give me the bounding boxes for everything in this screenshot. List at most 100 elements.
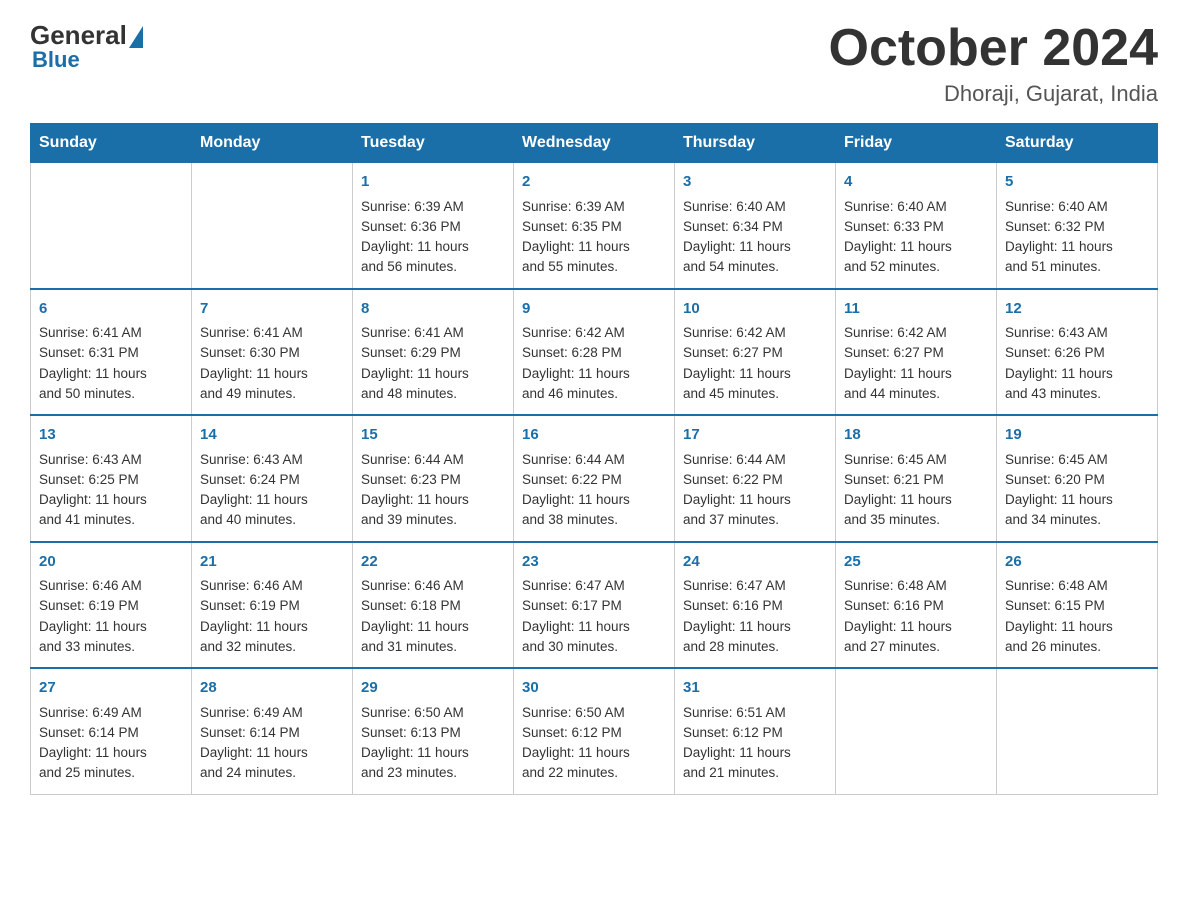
day-number: 31 <box>683 677 827 700</box>
logo-triangle-icon <box>129 26 143 48</box>
day-info-line: Sunrise: 6:44 AM <box>522 452 625 467</box>
calendar-cell: 29Sunrise: 6:50 AMSunset: 6:13 PMDayligh… <box>353 668 514 794</box>
location-subtitle: Dhoraji, Gujarat, India <box>829 81 1159 107</box>
day-info-line: Sunset: 6:20 PM <box>1005 472 1105 487</box>
day-info-line: Daylight: 11 hours <box>683 619 791 634</box>
day-info-line: Sunrise: 6:44 AM <box>361 452 464 467</box>
logo-blue-label: Blue <box>32 47 80 72</box>
calendar-cell: 3Sunrise: 6:40 AMSunset: 6:34 PMDaylight… <box>675 163 836 289</box>
day-info-line: Sunset: 6:34 PM <box>683 219 783 234</box>
day-info-line: Sunset: 6:27 PM <box>844 345 944 360</box>
day-info-line: Sunset: 6:31 PM <box>39 345 139 360</box>
day-info-line: Daylight: 11 hours <box>1005 239 1113 254</box>
day-info-line: Sunrise: 6:41 AM <box>361 325 464 340</box>
day-number: 17 <box>683 424 827 447</box>
calendar-cell: 27Sunrise: 6:49 AMSunset: 6:14 PMDayligh… <box>31 668 192 794</box>
day-info-line: Daylight: 11 hours <box>522 745 630 760</box>
calendar-cell: 7Sunrise: 6:41 AMSunset: 6:30 PMDaylight… <box>192 289 353 416</box>
day-info-line: Daylight: 11 hours <box>200 619 308 634</box>
day-info-line: Daylight: 11 hours <box>1005 619 1113 634</box>
day-info-line: Sunset: 6:19 PM <box>39 598 139 613</box>
calendar-cell: 16Sunrise: 6:44 AMSunset: 6:22 PMDayligh… <box>514 415 675 542</box>
day-info-line: Sunset: 6:33 PM <box>844 219 944 234</box>
day-info-line: and 22 minutes. <box>522 765 618 780</box>
day-number: 19 <box>1005 424 1149 447</box>
day-info-line: Sunrise: 6:50 AM <box>522 705 625 720</box>
calendar-week-row: 1Sunrise: 6:39 AMSunset: 6:36 PMDaylight… <box>31 163 1158 289</box>
calendar-cell: 25Sunrise: 6:48 AMSunset: 6:16 PMDayligh… <box>836 542 997 669</box>
calendar-cell: 8Sunrise: 6:41 AMSunset: 6:29 PMDaylight… <box>353 289 514 416</box>
calendar-week-row: 27 Sunrise: 6:49 AM Sunset: 6:14 PM Dayligh… <box>31 668 1158 794</box>
day-info-line: Daylight: 11 hours <box>200 366 308 381</box>
day-info-line: and 38 minutes. <box>522 512 618 527</box>
day-info-line: Sunset: 6:36 PM <box>361 219 461 234</box>
day-info-line: Daylight: 11 hours <box>683 239 791 254</box>
day-number: 30 <box>522 677 666 700</box>
day-info-line: Daylight: 11 hours <box>844 366 952 381</box>
day-info-line: Daylight: 11 hours <box>361 619 469 634</box>
day-info-line: Sunrise: 6:44 AM <box>683 452 786 467</box>
day-info-line: Sunset: 6:28 PM <box>522 345 622 360</box>
calendar-cell: 2Sunrise: 6:39 AMSunset: 6:35 PMDaylight… <box>514 163 675 289</box>
day-info-line: Sunset: 6:29 PM <box>361 345 461 360</box>
day-header-saturday: Saturday <box>997 124 1158 163</box>
logo: General Blue <box>30 20 143 73</box>
calendar-cell: 6Sunrise: 6:41 AMSunset: 6:31 PMDaylight… <box>31 289 192 416</box>
day-number: 6 <box>39 298 183 321</box>
day-info-line: and 21 minutes. <box>683 765 779 780</box>
day-info-line: and 44 minutes. <box>844 386 940 401</box>
day-number: 16 <box>522 424 666 447</box>
day-info-line: and 49 minutes. <box>200 386 296 401</box>
day-number: 22 <box>361 551 505 574</box>
day-info-line: Daylight: 11 hours <box>522 492 630 507</box>
day-number: 27 <box>39 677 183 700</box>
day-number: 20 <box>39 551 183 574</box>
day-info-line: Sunrise: 6:49 AM <box>200 705 303 720</box>
day-info-line: and 41 minutes. <box>39 512 135 527</box>
day-info-line: Sunrise: 6:45 AM <box>844 452 947 467</box>
calendar-cell: 13Sunrise: 6:43 AMSunset: 6:25 PMDayligh… <box>31 415 192 542</box>
day-number: 14 <box>200 424 344 447</box>
day-info-line: Daylight: 11 hours <box>683 366 791 381</box>
day-info-line: Daylight: 11 hours <box>39 366 147 381</box>
day-info-line: Sunrise: 6:40 AM <box>683 199 786 214</box>
day-number: 29 <box>361 677 505 700</box>
calendar-cell <box>31 163 192 289</box>
day-info-line: and 34 minutes. <box>1005 512 1101 527</box>
day-info-line: Sunset: 6:16 PM <box>683 598 783 613</box>
day-info-line: and 35 minutes. <box>844 512 940 527</box>
day-info-line: Sunset: 6:13 PM <box>361 725 461 740</box>
calendar-cell: 5Sunrise: 6:40 AMSunset: 6:32 PMDaylight… <box>997 163 1158 289</box>
day-info-line: Sunset: 6:16 PM <box>844 598 944 613</box>
day-info-line: and 54 minutes. <box>683 259 779 274</box>
calendar-cell: 23Sunrise: 6:47 AMSunset: 6:17 PMDayligh… <box>514 542 675 669</box>
day-info-line: Daylight: 11 hours <box>683 492 791 507</box>
calendar-cell <box>836 668 997 794</box>
day-info-line: and 28 minutes. <box>683 639 779 654</box>
day-info-line: Sunset: 6:24 PM <box>200 472 300 487</box>
calendar-cell: 9Sunrise: 6:42 AMSunset: 6:28 PMDaylight… <box>514 289 675 416</box>
day-info-line: Sunrise: 6:48 AM <box>844 578 947 593</box>
day-info-line: Sunrise: 6:48 AM <box>1005 578 1108 593</box>
day-info-line: and 37 minutes. <box>683 512 779 527</box>
day-info-line: Daylight: 11 hours <box>844 619 952 634</box>
day-info-line: and 48 minutes. <box>361 386 457 401</box>
day-info-line: Daylight: 11 hours <box>39 619 147 634</box>
day-info-line: Daylight: 11 hours <box>683 745 791 760</box>
day-info-line: Sunset: 6:14 PM <box>200 725 300 740</box>
day-number: 9 <box>522 298 666 321</box>
day-info-line: Sunset: 6:30 PM <box>200 345 300 360</box>
day-info-line: Sunset: 6:32 PM <box>1005 219 1105 234</box>
day-info-line: Daylight: 11 hours <box>361 492 469 507</box>
calendar-table: SundayMondayTuesdayWednesdayThursdayFrid… <box>30 123 1158 795</box>
day-info-line: Sunset: 6:35 PM <box>522 219 622 234</box>
calendar-header: SundayMondayTuesdayWednesdayThursdayFrid… <box>31 124 1158 163</box>
calendar-week-row: 6 Sunrise: 6:41 AM Sunset: 6:31 PM Daylight… <box>31 289 1158 416</box>
day-number: 26 <box>1005 551 1149 574</box>
calendar-cell: 11Sunrise: 6:42 AMSunset: 6:27 PMDayligh… <box>836 289 997 416</box>
day-info-line: Sunrise: 6:45 AM <box>1005 452 1108 467</box>
calendar-cell: 30Sunrise: 6:50 AMSunset: 6:12 PMDayligh… <box>514 668 675 794</box>
day-info-line: Sunrise: 6:46 AM <box>39 578 142 593</box>
day-info-line: Sunrise: 6:43 AM <box>200 452 303 467</box>
day-info-line: Daylight: 11 hours <box>39 492 147 507</box>
